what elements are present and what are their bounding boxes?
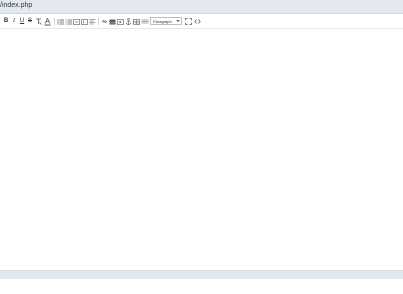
italic-button[interactable]: I: [11, 17, 17, 26]
link-icon: [101, 19, 108, 24]
numbered-list-icon: [65, 19, 72, 24]
code-block-icon: [141, 19, 149, 23]
numbered-list-button[interactable]: [65, 17, 72, 26]
format-select-value: Paragraph: [153, 19, 172, 24]
editor-content-area[interactable]: [0, 29, 403, 269]
toolbar-separator: [54, 18, 55, 25]
media-button[interactable]: [117, 17, 124, 26]
chevron-down-icon: [176, 20, 180, 22]
fullscreen-button[interactable]: [185, 17, 192, 26]
indent-button[interactable]: [81, 17, 88, 26]
page-bottom: [0, 279, 403, 294]
anchor-button[interactable]: [125, 17, 132, 26]
strikethrough-label: S: [27, 18, 32, 24]
image-button[interactable]: [109, 17, 116, 26]
fullscreen-icon: [185, 18, 192, 25]
image-icon: [109, 19, 116, 24]
window-title: /index.php: [0, 2, 33, 9]
bullet-list-icon: [57, 18, 64, 25]
remove-format-icon: [36, 18, 42, 25]
table-button[interactable]: [133, 17, 140, 26]
remove-format-button[interactable]: [35, 17, 42, 26]
source-code-button[interactable]: [194, 17, 201, 26]
text-color-icon: [44, 17, 51, 25]
outdent-button[interactable]: [73, 17, 80, 26]
code-sample-button[interactable]: [141, 17, 149, 26]
format-select[interactable]: Paragraph: [150, 17, 182, 25]
underline-label: U: [19, 18, 25, 24]
bold-button[interactable]: B: [3, 17, 9, 26]
outdent-icon: [73, 18, 80, 25]
text-color-button[interactable]: [44, 17, 51, 26]
underline-button[interactable]: U: [19, 17, 25, 26]
toolbar-separator: [98, 18, 99, 25]
anchor-icon: [125, 17, 132, 25]
link-button[interactable]: [101, 17, 108, 26]
source-code-icon: [194, 19, 201, 24]
bulleted-list-button[interactable]: [57, 17, 64, 26]
editor-toolbar: B I U S: [0, 15, 403, 29]
italic-label: I: [13, 18, 15, 24]
bold-label: B: [3, 18, 9, 24]
indent-icon: [81, 18, 88, 25]
strikethrough-button[interactable]: S: [27, 17, 33, 26]
table-icon: [133, 18, 140, 25]
media-icon: [117, 18, 124, 25]
align-left-icon: [89, 18, 96, 24]
editor-statusbar: [0, 270, 403, 279]
align-button[interactable]: [89, 17, 96, 26]
window-titlebar: /index.php: [0, 0, 403, 14]
